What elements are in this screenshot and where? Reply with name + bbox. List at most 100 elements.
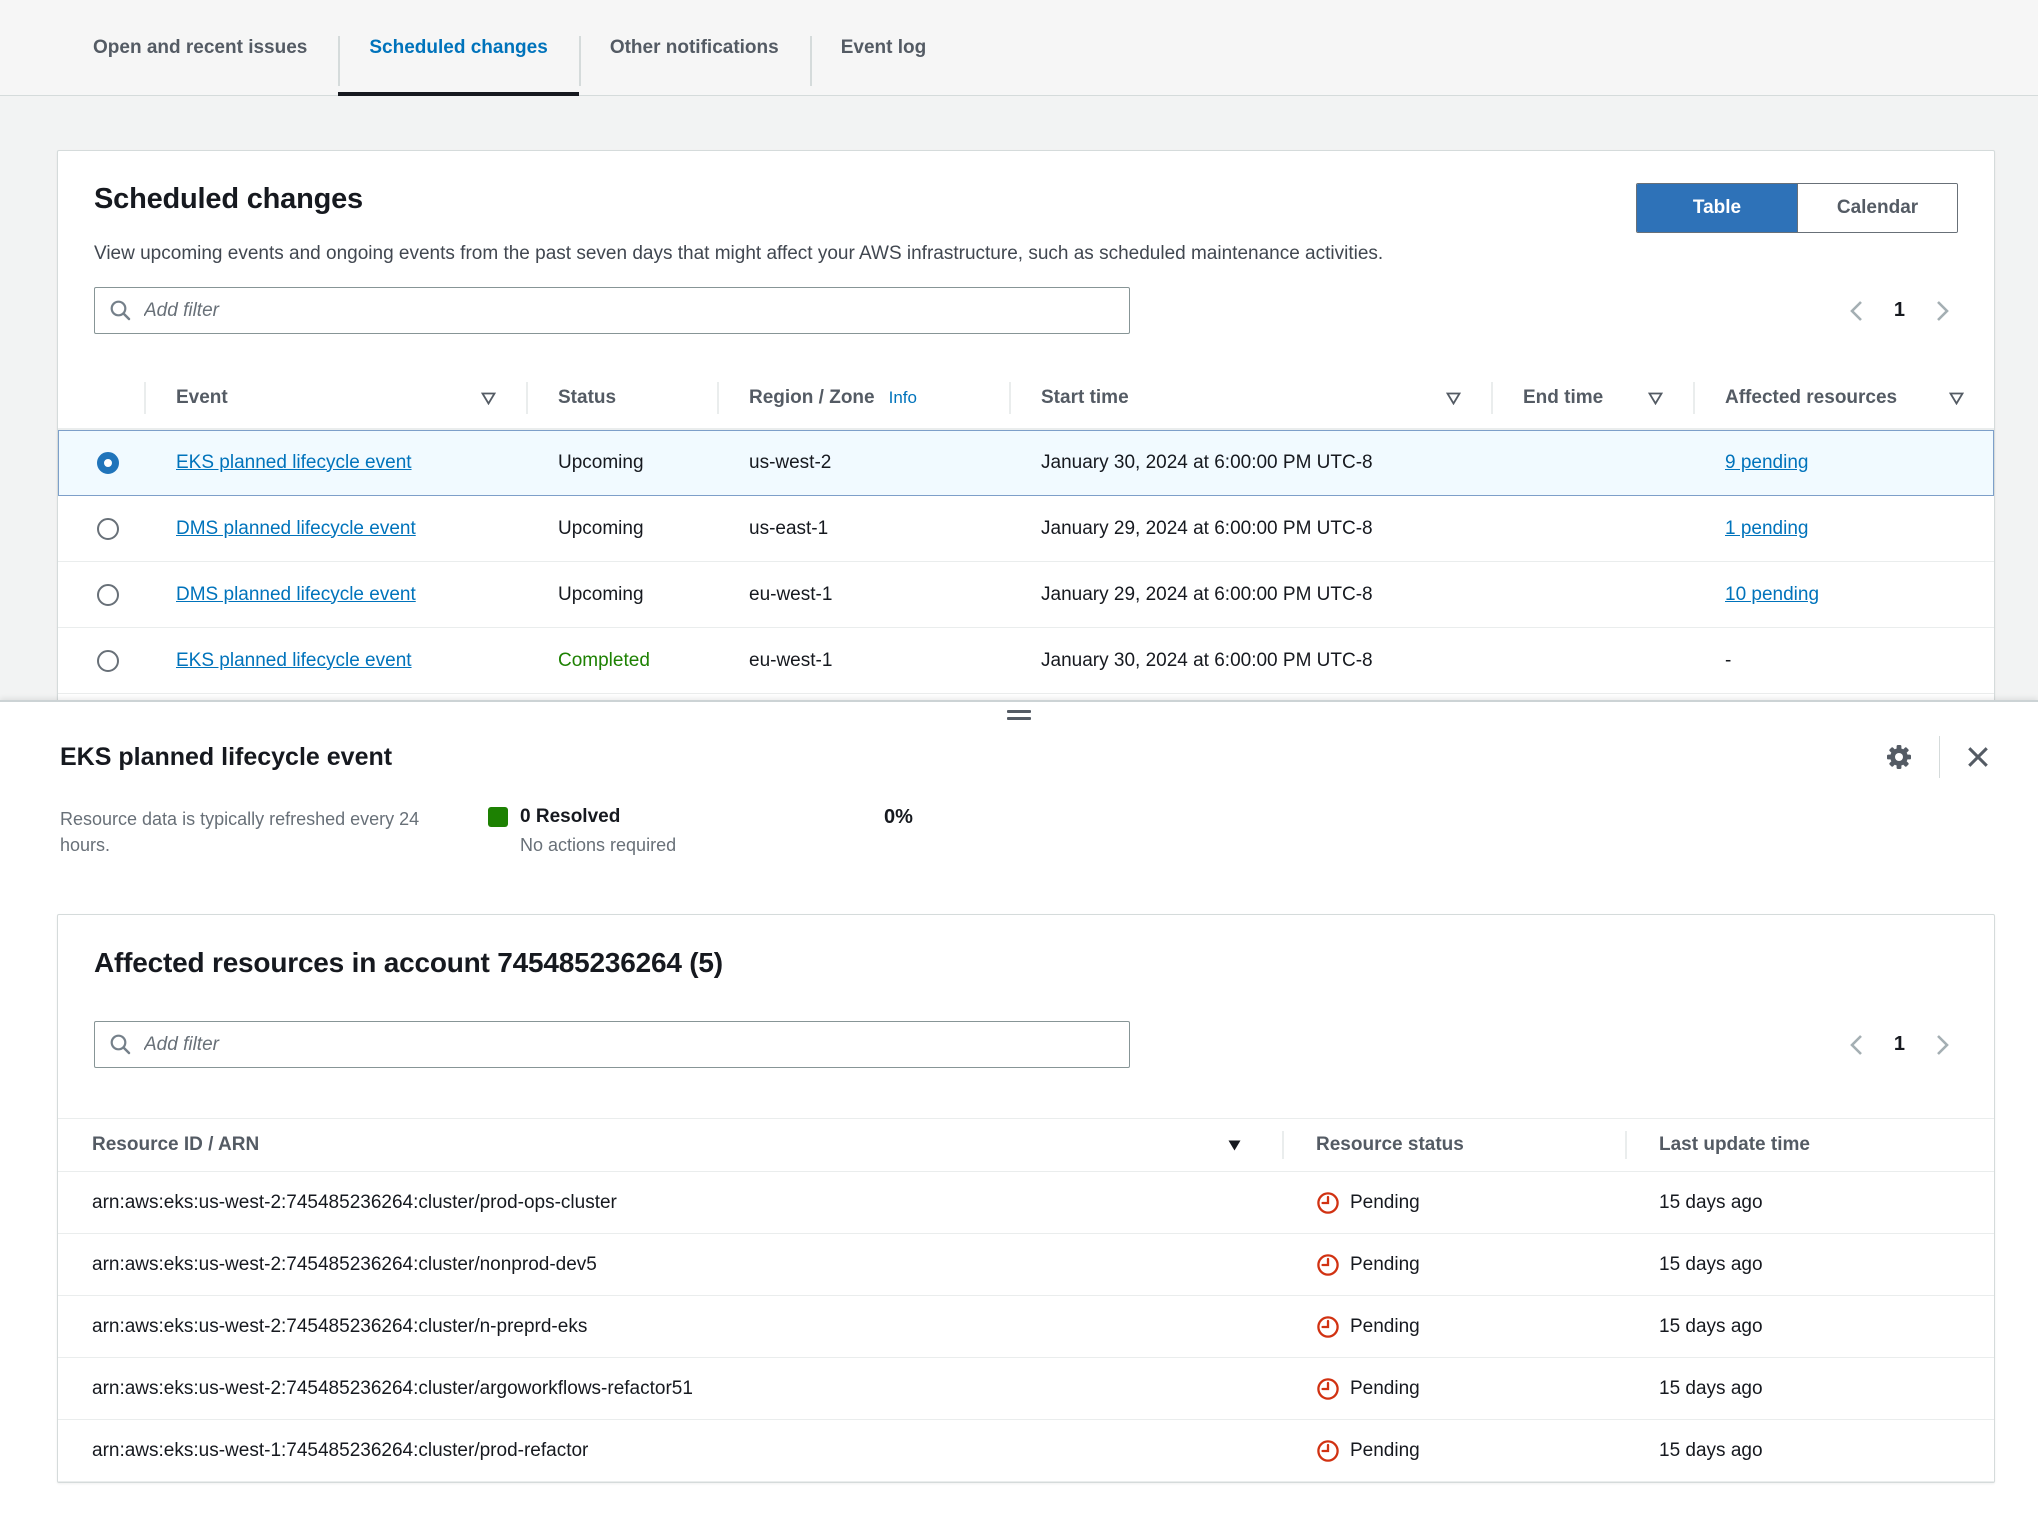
sort-icon[interactable] [1949, 392, 1964, 405]
refresh-note: Resource data is typically refreshed eve… [60, 806, 428, 858]
resources-table-header: Resource ID / ARN Resource status Last u… [58, 1118, 1994, 1172]
event-table-row[interactable]: EKS planned lifecycle event Upcoming us-… [58, 430, 1994, 496]
last-update-time[interactable]: 15 days ago [1659, 1192, 1763, 1214]
view-toggle-calendar[interactable]: Calendar [1797, 184, 1957, 232]
sort-icon[interactable] [1446, 392, 1461, 405]
affected-resources-panel: Affected resources in account 7454852362… [57, 914, 1995, 1483]
resource-status: Pending [1316, 1377, 1601, 1401]
event-affected-resources: 1 pending [1693, 518, 1994, 540]
prev-page-icon[interactable] [1849, 300, 1864, 322]
resolved-sublabel: No actions required [520, 835, 788, 856]
header-event[interactable]: Event [144, 368, 526, 428]
resource-table-row[interactable]: arn:aws:eks:us-west-1:745485236264:clust… [58, 1420, 1994, 1482]
sort-desc-icon[interactable] [1227, 1139, 1242, 1152]
resource-status: Pending [1316, 1439, 1601, 1463]
page-number[interactable]: 1 [1894, 1033, 1905, 1056]
event-region: us-east-1 [717, 518, 1009, 540]
event-link[interactable]: EKS planned lifecycle event [176, 650, 412, 671]
event-region: eu-west-1 [717, 650, 1009, 672]
affected-resources-table: Resource ID / ARN Resource status Last u… [58, 1118, 1994, 1482]
event-affected-resources: - [1693, 650, 1994, 672]
events-filter-input[interactable] [144, 300, 1115, 322]
resource-status: Pending [1316, 1315, 1601, 1339]
next-page-icon[interactable] [1935, 300, 1950, 322]
event-link[interactable]: DMS planned lifecycle event [176, 518, 416, 539]
resource-arn: arn:aws:eks:us-west-1:745485236264:clust… [58, 1440, 1282, 1462]
resource-status: Pending [1316, 1253, 1601, 1277]
prev-page-icon[interactable] [1849, 1034, 1864, 1056]
last-update-time[interactable]: 15 days ago [1659, 1254, 1763, 1276]
event-start-time: January 29, 2024 at 6:00:00 PM UTC-8 [1009, 518, 1491, 540]
tab-open-recent-issues[interactable]: Open and recent issues [62, 0, 338, 95]
resource-arn: arn:aws:eks:us-west-2:745485236264:clust… [58, 1192, 1282, 1214]
event-start-time: January 30, 2024 at 6:00:00 PM UTC-8 [1009, 452, 1491, 474]
event-table-row[interactable]: EKS planned lifecycle event Completed eu… [58, 628, 1994, 694]
resource-arn: arn:aws:eks:us-west-2:745485236264:clust… [58, 1254, 1282, 1276]
row-radio-button[interactable] [97, 518, 119, 540]
event-table-row[interactable]: DMS planned lifecycle event Upcoming eu-… [58, 562, 1994, 628]
event-start-time: January 30, 2024 at 6:00:00 PM UTC-8 [1009, 650, 1491, 672]
resource-status: Pending [1316, 1191, 1601, 1215]
header-resource-id-arn[interactable]: Resource ID / ARN [58, 1119, 1282, 1171]
panel-title: Scheduled changes [94, 183, 363, 216]
resources-pagination: 1 [1849, 1033, 1958, 1056]
resource-table-row[interactable]: arn:aws:eks:us-west-2:745485236264:clust… [58, 1234, 1994, 1296]
split-panel-drag-handle[interactable] [1007, 710, 1031, 720]
search-icon [109, 299, 132, 322]
resources-filter-input[interactable] [144, 1034, 1115, 1056]
tab-other-notifications[interactable]: Other notifications [579, 0, 810, 95]
split-panel-title: EKS planned lifecycle event [60, 743, 392, 772]
events-pagination: 1 [1849, 299, 1958, 322]
close-icon[interactable] [1964, 743, 1992, 771]
event-link[interactable]: EKS planned lifecycle event [176, 452, 412, 473]
event-start-time: January 29, 2024 at 6:00:00 PM UTC-8 [1009, 584, 1491, 606]
row-radio-button[interactable] [97, 584, 119, 606]
resource-table-row[interactable]: arn:aws:eks:us-west-2:745485236264:clust… [58, 1172, 1994, 1234]
event-link[interactable]: DMS planned lifecycle event [176, 584, 416, 605]
next-page-icon[interactable] [1935, 1034, 1950, 1056]
header-selection-column [58, 368, 144, 428]
header-region-zone: Region / Zone Info [717, 368, 1009, 428]
panel-description: View upcoming events and ongoing events … [94, 243, 1958, 265]
header-status: Status [526, 368, 717, 428]
page-number[interactable]: 1 [1894, 299, 1905, 322]
event-affected-resources: 9 pending [1693, 452, 1994, 474]
view-toggle-table[interactable]: Table [1637, 184, 1797, 232]
health-dashboard-tabs: Open and recent issuesScheduled changesO… [0, 0, 2038, 96]
resource-table-row[interactable]: arn:aws:eks:us-west-2:745485236264:clust… [58, 1358, 1994, 1420]
tab-scheduled-changes[interactable]: Scheduled changes [338, 0, 578, 95]
row-radio-button[interactable] [97, 650, 119, 672]
affected-resources-link[interactable]: 1 pending [1725, 518, 1808, 539]
resources-filter[interactable] [94, 1021, 1130, 1068]
event-status: Upcoming [526, 584, 717, 606]
sort-icon[interactable] [481, 392, 496, 405]
sort-icon[interactable] [1648, 392, 1663, 405]
settings-gear-icon[interactable] [1883, 741, 1915, 773]
pending-clock-icon [1316, 1191, 1340, 1215]
last-update-time[interactable]: 15 days ago [1659, 1378, 1763, 1400]
event-status: Upcoming [526, 452, 717, 474]
header-resource-status: Resource status [1282, 1119, 1625, 1171]
last-update-time[interactable]: 15 days ago [1659, 1440, 1763, 1462]
events-table-header: Event Status Region / Zone Info Start ti… [58, 368, 1994, 430]
region-info-link[interactable]: Info [889, 388, 917, 408]
event-status: Completed [526, 650, 717, 672]
tab-event-log[interactable]: Event log [810, 0, 958, 95]
events-filter[interactable] [94, 287, 1130, 334]
split-panel: EKS planned lifecycle event [0, 700, 2038, 1514]
event-status: Upcoming [526, 518, 717, 540]
last-update-time[interactable]: 15 days ago [1659, 1316, 1763, 1338]
affected-resources-link[interactable]: 9 pending [1725, 452, 1808, 473]
divider [1939, 736, 1940, 778]
pending-clock-icon [1316, 1377, 1340, 1401]
event-table-row[interactable]: DMS planned lifecycle event Upcoming us-… [58, 496, 1994, 562]
resource-table-row[interactable]: arn:aws:eks:us-west-2:745485236264:clust… [58, 1296, 1994, 1358]
affected-resources-link[interactable]: 10 pending [1725, 584, 1819, 605]
row-radio-button[interactable] [97, 452, 119, 474]
header-end-time[interactable]: End time [1491, 368, 1693, 428]
scheduled-events-table: Event Status Region / Zone Info Start ti… [58, 368, 1994, 694]
resource-arn: arn:aws:eks:us-west-2:745485236264:clust… [58, 1316, 1282, 1338]
header-affected-resources[interactable]: Affected resources [1693, 368, 1994, 428]
header-start-time[interactable]: Start time [1009, 368, 1491, 428]
pending-clock-icon [1316, 1315, 1340, 1339]
